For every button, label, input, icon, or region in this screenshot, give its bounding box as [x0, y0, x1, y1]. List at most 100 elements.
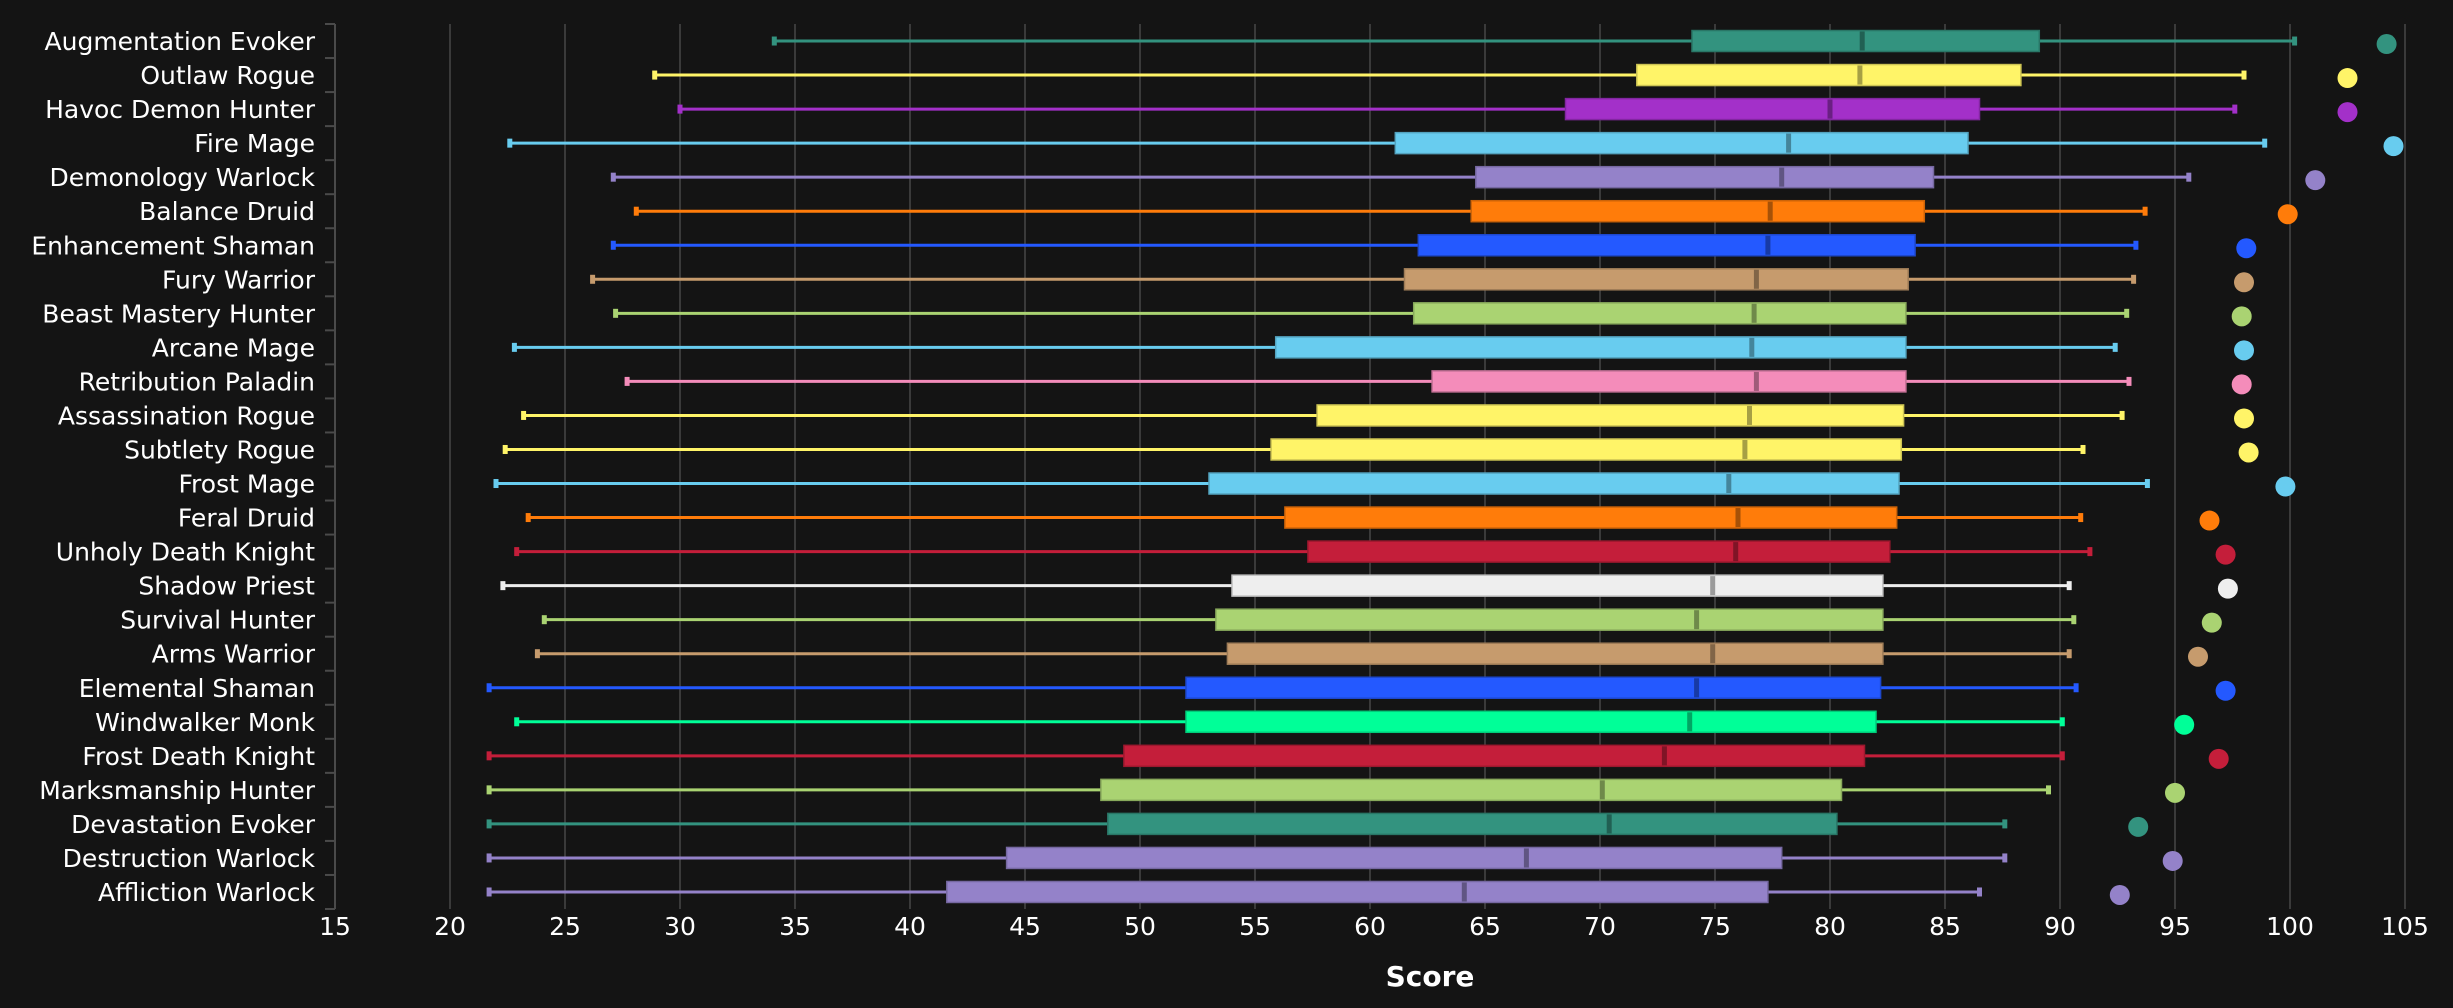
median-line: [1786, 133, 1792, 153]
x-tick-label: 40: [894, 912, 926, 941]
outlier-point: [2217, 578, 2238, 599]
median-line: [1753, 269, 1759, 289]
x-tick-label: 105: [2381, 912, 2429, 941]
whisker-cap-max: [2046, 785, 2051, 795]
iqr-box: [1412, 302, 1907, 325]
outlier-point: [2199, 510, 2220, 531]
category-label: Balance Druid: [139, 197, 315, 226]
whisker-cap-min: [493, 479, 499, 489]
whisker-cap-max: [2059, 751, 2065, 761]
whisker-cap-max: [2144, 479, 2150, 489]
outlier-point: [2383, 136, 2404, 157]
iqr-box: [1123, 744, 1866, 768]
median-line: [1857, 65, 1863, 85]
iqr-box: [1215, 608, 1884, 631]
median-line: [1726, 474, 1732, 494]
boxplot-chart: Augmentation Evoker Outlaw Rogue Havoc Dem…: [0, 0, 2453, 1008]
x-tick-label: 20: [434, 912, 466, 941]
x-tick-label: 30: [664, 912, 696, 941]
iqr-box: [1185, 676, 1882, 699]
median-line: [1827, 99, 1833, 119]
iqr-box: [1284, 506, 1898, 529]
whisker-cap-min: [771, 36, 777, 46]
category-label: Destruction Warlock: [63, 844, 316, 873]
whisker-cap-min: [507, 138, 513, 148]
outlier-point: [2236, 238, 2257, 259]
x-tick-label: 60: [1354, 912, 1386, 941]
median-line: [1710, 576, 1716, 596]
median-line: [1779, 167, 1785, 187]
iqr-box: [1316, 404, 1905, 427]
x-tick-label: 25: [549, 912, 581, 941]
whisker-cap-max: [2112, 342, 2118, 352]
whisker-cap-max: [2002, 853, 2008, 863]
whisker-cap-max: [2133, 240, 2139, 250]
outlier-point: [2337, 102, 2358, 123]
whisker-cap-max: [2142, 206, 2148, 216]
whisker-cap-min: [610, 240, 616, 250]
category-label: Fire Mage: [194, 129, 315, 158]
whisker-cap-min: [486, 683, 492, 693]
median-line: [1694, 678, 1700, 698]
iqr-box: [1185, 710, 1877, 734]
outlier-point: [2174, 714, 2195, 735]
whisker-cap-max: [2073, 683, 2079, 693]
iqr-box: [1005, 846, 1783, 870]
whisker-cap-min: [502, 444, 508, 454]
x-tick-label: 80: [1814, 912, 1846, 941]
iqr-box: [1417, 234, 1916, 257]
whisker-cap-max: [2131, 274, 2137, 284]
outlier-point: [2337, 68, 2358, 89]
category-label: Havoc Demon Hunter: [45, 95, 316, 124]
category-label: Assassination Rogue: [58, 401, 315, 430]
category-label: Arms Warrior: [152, 640, 316, 669]
x-tick-label: 90: [2044, 912, 2076, 941]
category-label: Feral Druid: [178, 504, 315, 533]
outlier-point: [2376, 34, 2397, 55]
category-label: Retribution Paladin: [79, 367, 315, 396]
category-label: Survival Hunter: [120, 606, 315, 635]
whisker-cap-min: [521, 410, 527, 420]
median-line: [1747, 405, 1752, 425]
iqr-box: [1431, 370, 1907, 393]
median-line: [1687, 712, 1693, 732]
x-tick-label: 50: [1124, 912, 1156, 941]
whisker-cap-min: [486, 853, 492, 863]
median-line: [1859, 31, 1865, 51]
outlier-point: [2188, 646, 2208, 667]
iqr-box: [1270, 438, 1903, 461]
whisker-cap-min: [514, 547, 520, 557]
whisker-cap-min: [514, 717, 520, 727]
x-tick-label: 65: [1469, 912, 1501, 941]
median-line: [1742, 439, 1748, 459]
whisker-cap-max: [2087, 547, 2093, 557]
whisker-cap-max: [2071, 615, 2077, 625]
x-tick-label: 85: [1929, 912, 1961, 941]
x-axis-title: Score: [1386, 960, 1475, 993]
outlier-point: [2275, 476, 2296, 497]
whisker-cap-max: [2232, 104, 2238, 114]
median-line: [1694, 610, 1700, 630]
category-label: Beast Mastery Hunter: [42, 299, 315, 328]
whisker-cap-max: [2119, 410, 2125, 420]
whisker-cap-max: [1977, 887, 1982, 897]
median-line: [1749, 337, 1755, 357]
x-tick-label: 95: [2159, 912, 2191, 941]
iqr-box: [1226, 642, 1884, 665]
category-label: Windwalker Monk: [95, 708, 315, 737]
iqr-box: [1107, 812, 1838, 836]
x-tick-label: 100: [2266, 912, 2314, 941]
outlier-point: [2215, 544, 2236, 565]
outlier-point: [2234, 272, 2254, 293]
category-label: Frost Death Knight: [82, 742, 315, 771]
median-line: [1661, 746, 1667, 766]
outlier-point: [2201, 612, 2222, 633]
category-label: Marksmanship Hunter: [39, 776, 315, 805]
whisker-cap-max: [2002, 819, 2008, 829]
outlier-point: [2305, 170, 2326, 191]
outlier-point: [2208, 748, 2229, 769]
median-line: [1523, 848, 1529, 868]
whisker-cap-max: [2066, 581, 2072, 591]
x-tick-label: 15: [319, 912, 351, 941]
whisker-cap-min: [624, 376, 630, 386]
